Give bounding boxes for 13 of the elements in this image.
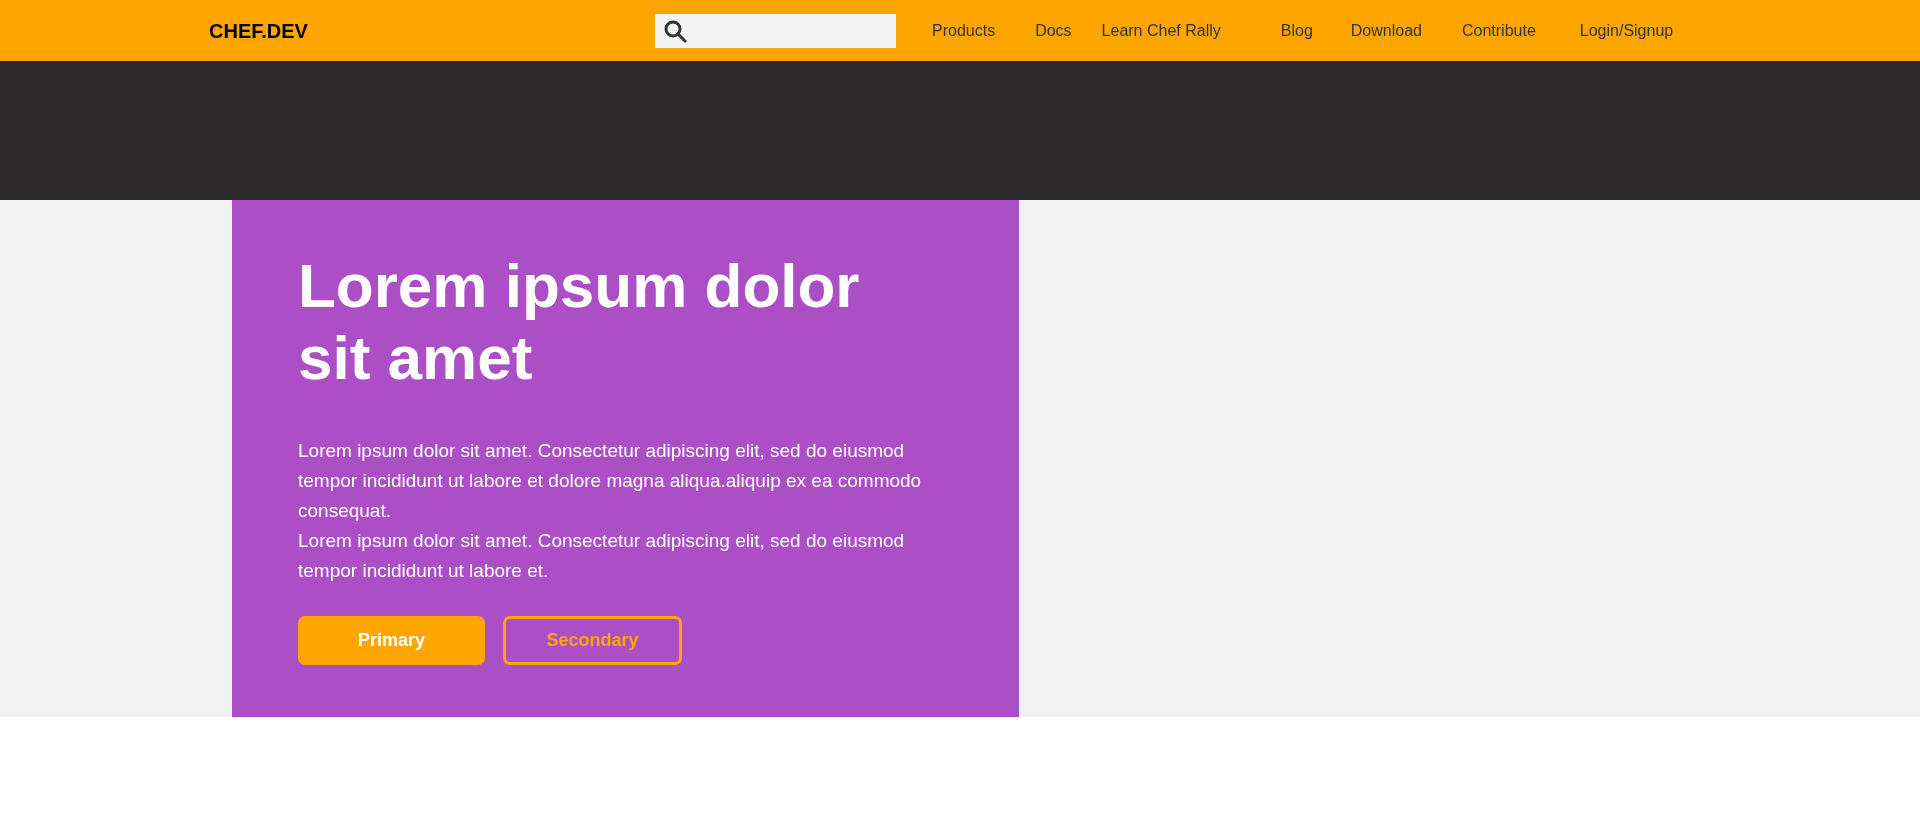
nav-link[interactable]: Products: [932, 18, 996, 43]
hero-paragraph: Lorem ipsum dolor sit amet. Consectetur adipiscing elit, sed do eiusmod tempor incididunt ut labore et.: [298, 529, 906, 583]
nav-link[interactable]: Contribute: [1461, 18, 1536, 43]
nav-link[interactable]: Learn Chef Rally: [1101, 18, 1221, 43]
search-field[interactable]: [655, 13, 896, 48]
nav-link[interactable]: Blog: [1280, 18, 1313, 43]
nav-link[interactable]: Login/Signup: [1579, 18, 1674, 43]
hero-title: Lorem ipsum dolor sit amet: [298, 250, 861, 394]
hero-paragraph: Lorem ipsum dolor sit amet. Consectetur adipiscing elit, sed do eiusmod tempor incididunt ut labore et dolore magna aliqua.aliquip ex ea commodo consequat.: [298, 439, 923, 523]
nav-link[interactable]: Docs: [1035, 18, 1072, 43]
nav-link[interactable]: Download: [1350, 18, 1422, 43]
site-logo[interactable]: CHEF.DEV: [209, 15, 655, 46]
search-icon: [663, 18, 687, 43]
